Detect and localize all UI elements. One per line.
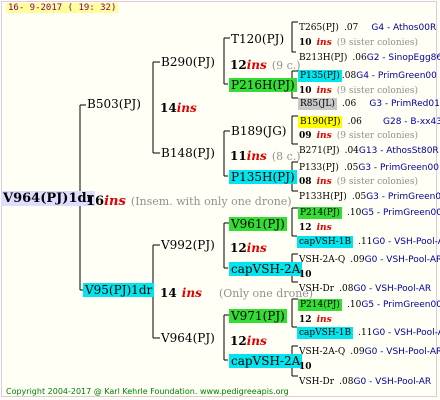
b189-queen: B189(JG) [231,124,287,138]
ancestor-value: .09 [350,347,365,357]
gen4-ins-row: 09 ins (9 sister colonies) [299,125,418,141]
b290-queen: B290(PJ) [161,55,215,69]
p216-queen: P216H(PJ) [229,78,297,92]
ancestor-value: .11 [358,328,373,338]
copyright-footer: Copyright 2004-2017 @ Karl Kehrle Founda… [6,387,289,396]
gen4-row: P214(PJ) .10G5 - PrimGreen00 [298,202,440,219]
mother-ins-count: 14 [160,286,177,300]
gen4-row: B213H(PJ) .06G2 - SinopEgg86R [299,47,440,63]
b290-ins-row: 12ins (9 c.) [230,56,301,72]
v964-ins-row: 12ins [230,332,267,348]
ancestor-info: G0 - VSH-Pool-AR [372,328,440,338]
ancestor-name: VSH-Dr [299,377,335,387]
capvsh-queen-2: capVSH-2A [229,354,303,368]
connector-t120 [291,21,298,53]
father-queen: B503(PJ) [87,97,141,111]
ancestor-name: VSH-Dr [299,284,335,294]
gen4-row: VSH-Dr .08G0 - VSH-Pool-AR [299,278,431,294]
gen4-row: VSH-2A-Q .09G0 - VSH-Pool-AR [299,341,440,357]
b148-ins-count: 11 [230,149,247,163]
father-ins-label: ins [176,101,197,115]
gen4-row: VSH-2A-Q .09G0 - VSH-Pool-AR [299,249,440,265]
root-ins-label: ins [104,194,126,209]
v971-queen: V971(PJ) [229,309,287,323]
b290-ins-count: 12 [230,58,247,72]
ancestor-value: .06 [341,99,357,109]
v992-ins-row: 12ins [230,239,267,255]
v992-ins-count: 12 [230,241,247,255]
v992-queen: V992(PJ) [161,238,215,252]
v964-queen: V964(PJ) [161,331,215,345]
ancestor-value: .06 [352,53,367,63]
ancestor-info: G0 - VSH-Pool-AR [353,377,432,387]
v961-queen: V961(PJ) [229,217,287,231]
mother-ins-label: ins [181,286,202,300]
gen4-ins-row: 08 ins (9 sister colonies) [299,171,418,187]
b148-ins-row: 11ins (8 c.) [230,147,301,163]
ancestor-info: G5 - PrimGreen00 [361,300,440,310]
pedigree-chart: 16- 9-2017 ( 19: 32) V964(PJ)1dr 16ins (… [0,0,440,400]
root-ins-row: 16ins (Insem. with only one drone) [86,192,292,208]
connector-father [152,61,160,154]
capvsh-queen-1: capVSH-2A [229,262,303,276]
gen4-row: P133H(PJ) .05G3 - PrimGreen00 [299,186,440,202]
father-ins-row: 14ins [160,99,197,115]
gen4-row: R85(JL) .06 G3 - PrimRed01 [298,93,440,110]
root-ins-count: 16 [86,194,105,209]
gen4-row: P135(PJ) .08G4 - PrimGreen00 [298,65,437,82]
ancestor-info: G13 - AthosSt80R [358,146,439,156]
gen4-ins-row: 10 ins (9 sister colonies) [299,32,418,48]
gen4-row: P214(PJ) .10G5 - PrimGreen00 [298,294,440,311]
ancestor-value: .08 [339,377,354,387]
t120-queen: T120(PJ) [231,32,285,46]
gen4-row: capVSH-1B .11G0 - VSH-Pool-AR [297,231,440,248]
v992-ins-label: ins [246,241,267,255]
ancestor-value: .05 [351,192,367,202]
ancestor-name: P133H(PJ) [299,192,347,202]
ancestor-info: G0 - VSH-Pool-AR [364,255,440,265]
gen4-row: VSH-Dr .08G0 - VSH-Pool-AR [299,371,431,387]
print-date: 16- 9-2017 ( 19: 32) [6,3,119,13]
ancestor-info: G0 - VSH-Pool-AR [353,284,432,294]
gen4-row: T265(PJ) .07 G4 - Athos00R [299,17,436,33]
ancestor-name: B213H(PJ) [299,53,348,63]
ancestor-info: G0 - VSH-Pool-AR [364,347,440,357]
ancestor-value: .11 [358,237,373,247]
b290-note: (9 c.) [271,59,301,72]
ancestor-value: .10 [347,208,362,218]
ancestor-value: .09 [350,255,365,265]
root-note: (Insem. with only one drone) [130,195,292,208]
v964-ins-label: ins [246,334,267,348]
gen4-row: capVSH-1B .11G0 - VSH-Pool-AR [297,322,440,339]
gen4-ins-row: 10 [299,356,312,372]
p135-queen: P135H(PJ) [229,170,297,184]
mother-queen: V95(PJ)1dr [83,283,155,297]
ancestor-info: G3 - PrimRed01 [369,99,440,109]
root-queen: V964(PJ)1dr [1,191,96,206]
ancestor-value: .10 [347,300,362,310]
ancestor-name: R85(JL) [298,98,337,110]
b148-queen: B148(PJ) [161,146,215,160]
ancestor-name: B271(PJ) [299,146,340,156]
ancestor-value: .04 [344,146,359,156]
ancestor-info: G0 - VSH-Pool-AR [372,237,440,247]
b148-ins-label: ins [246,149,267,163]
v964-ins-count: 12 [230,334,247,348]
father-ins-count: 14 [160,101,177,115]
ancestor-info: G5 - PrimGreen00 [361,208,440,218]
b148-note: (8 c.) [271,150,301,163]
b290-ins-label: ins [246,58,267,72]
mother-ins-row: 14 ins (Only one drone) [160,284,313,300]
gen4-row: B271(PJ) .04G13 - AthosSt80R [299,140,439,156]
ancestor-info: G2 - SinopEgg86R [366,53,440,63]
ancestor-info: G3 - PrimGreen00 [366,192,440,202]
ancestor-name: capVSH-1B [297,327,354,339]
